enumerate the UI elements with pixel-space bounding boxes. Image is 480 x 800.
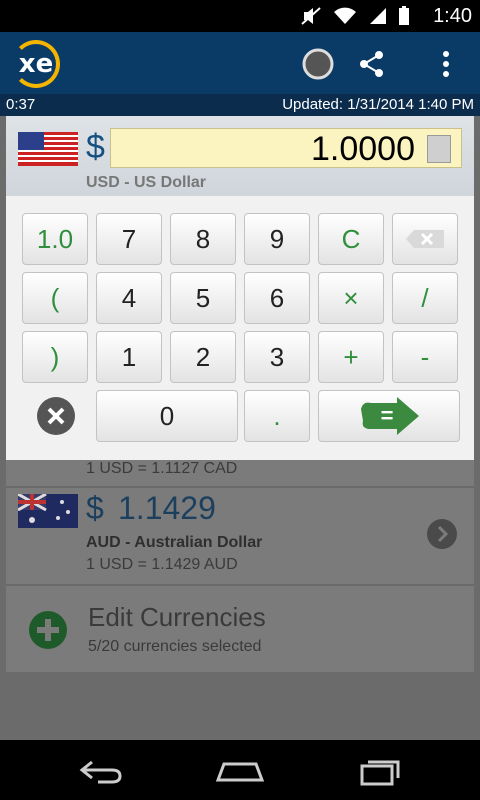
key-9[interactable]: 9 bbox=[244, 213, 310, 265]
edit-currencies-title[interactable]: Edit Currencies bbox=[88, 602, 266, 633]
calculator-panel: $ 1.0000 USD - US Dollar 1.0 7 8 9 C ( 4… bbox=[6, 116, 474, 460]
key-4[interactable]: 4 bbox=[96, 272, 162, 324]
key-decimal[interactable]: . bbox=[244, 390, 310, 442]
xe-logo[interactable]: xe bbox=[12, 40, 60, 88]
amount-value: 1.0000 bbox=[311, 130, 415, 168]
aud-name: AUD - Australian Dollar bbox=[86, 534, 263, 551]
base-currency-name: USD - US Dollar bbox=[86, 174, 207, 191]
calculator-icon[interactable] bbox=[427, 135, 451, 163]
dismiss-keypad-button[interactable] bbox=[37, 397, 75, 435]
edit-currencies-subtitle: 5/20 currencies selected bbox=[88, 638, 262, 655]
key-one-point-zero[interactable]: 1.0 bbox=[22, 213, 88, 265]
key-1[interactable]: 1 bbox=[96, 331, 162, 383]
key-minus[interactable]: - bbox=[392, 331, 458, 383]
divider bbox=[6, 486, 474, 488]
aud-rate-text: 1 USD = 1.1429 AUD bbox=[86, 556, 238, 573]
back-icon[interactable] bbox=[78, 758, 124, 784]
refresh-icon bbox=[302, 48, 334, 80]
key-8[interactable]: 8 bbox=[170, 213, 236, 265]
recents-icon[interactable] bbox=[358, 756, 402, 786]
backspace-button[interactable] bbox=[392, 213, 458, 265]
mute-icon bbox=[301, 7, 321, 25]
key-6[interactable]: 6 bbox=[244, 272, 310, 324]
key-plus[interactable]: + bbox=[318, 331, 384, 383]
key-7[interactable]: 7 bbox=[96, 213, 162, 265]
signal-icon bbox=[370, 8, 386, 24]
key-3[interactable]: 3 bbox=[244, 331, 310, 383]
close-icon bbox=[47, 407, 65, 425]
status-icons bbox=[300, 6, 410, 26]
aud-detail-chevron-icon[interactable] bbox=[426, 518, 458, 550]
info-left-text: 0:37 bbox=[6, 96, 36, 113]
app-bar: xe bbox=[0, 32, 480, 94]
share-button[interactable] bbox=[352, 44, 392, 84]
currency-symbol: $ bbox=[86, 128, 105, 166]
battery-icon bbox=[399, 6, 409, 25]
amount-input[interactable]: 1.0000 bbox=[110, 128, 462, 168]
key-open-paren[interactable]: ( bbox=[22, 272, 88, 324]
equals-label: = bbox=[381, 403, 394, 428]
system-navigation-bar bbox=[0, 740, 480, 800]
us-flag-icon[interactable] bbox=[18, 132, 78, 166]
home-icon[interactable] bbox=[214, 758, 266, 784]
key-close-paren[interactable]: ) bbox=[22, 331, 88, 383]
updated-timestamp: Updated: 1/31/2014 1:40 PM bbox=[282, 96, 474, 113]
key-5[interactable]: 5 bbox=[170, 272, 236, 324]
aud-value: 1.1429 bbox=[118, 490, 216, 526]
key-0[interactable]: 0 bbox=[96, 390, 238, 442]
share-icon bbox=[360, 51, 383, 77]
more-vert-icon bbox=[443, 51, 449, 77]
key-2[interactable]: 2 bbox=[170, 331, 236, 383]
key-divide[interactable]: / bbox=[392, 272, 458, 324]
equals-button[interactable]: = bbox=[318, 390, 460, 442]
refresh-button[interactable] bbox=[298, 44, 338, 84]
backspace-icon bbox=[406, 230, 444, 248]
divider bbox=[6, 584, 474, 586]
key-multiply[interactable]: × bbox=[318, 272, 384, 324]
clock: 1:40 bbox=[433, 5, 472, 27]
aud-symbol: $ bbox=[86, 490, 104, 526]
australia-flag-icon bbox=[18, 494, 78, 528]
info-bar: 0:37 Updated: 1/31/2014 1:40 PM bbox=[0, 94, 480, 116]
key-clear[interactable]: C bbox=[318, 213, 384, 265]
add-currency-icon[interactable] bbox=[28, 610, 68, 650]
overflow-menu-button[interactable] bbox=[426, 44, 466, 84]
equals-arrow-icon: = bbox=[361, 397, 419, 435]
cad-rate-text: 1 USD = 1.1127 CAD bbox=[86, 460, 238, 477]
status-bar: 1:40 bbox=[0, 0, 480, 32]
amount-section: $ 1.0000 USD - US Dollar bbox=[6, 116, 474, 196]
wifi-icon bbox=[334, 7, 356, 24]
